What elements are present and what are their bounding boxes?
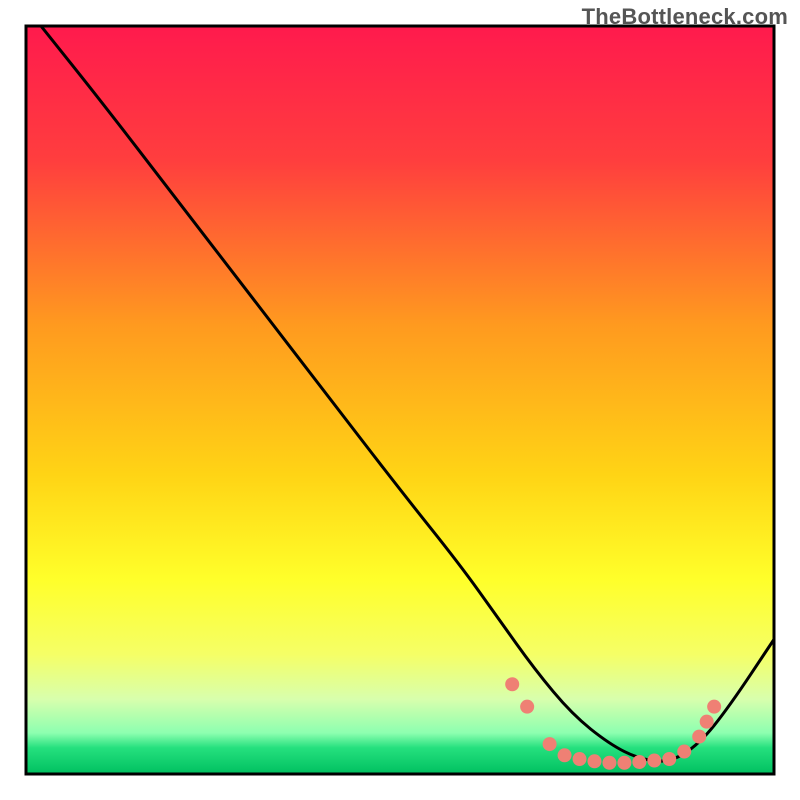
chart-frame: TheBottleneck.com xyxy=(0,0,800,800)
marker-dot xyxy=(587,754,601,768)
marker-dot xyxy=(707,700,721,714)
marker-dot xyxy=(662,752,676,766)
marker-dot xyxy=(505,677,519,691)
marker-dot xyxy=(558,748,572,762)
marker-dot xyxy=(617,756,631,770)
marker-dot xyxy=(520,700,534,714)
bottleneck-chart xyxy=(0,0,800,800)
marker-dot xyxy=(543,737,557,751)
marker-dot xyxy=(573,752,587,766)
gradient-background xyxy=(26,26,774,774)
marker-dot xyxy=(692,730,706,744)
marker-dot xyxy=(632,755,646,769)
marker-dot xyxy=(677,745,691,759)
marker-dot xyxy=(647,754,661,768)
marker-dot xyxy=(700,715,714,729)
watermark-text: TheBottleneck.com xyxy=(582,4,788,30)
marker-dot xyxy=(602,756,616,770)
